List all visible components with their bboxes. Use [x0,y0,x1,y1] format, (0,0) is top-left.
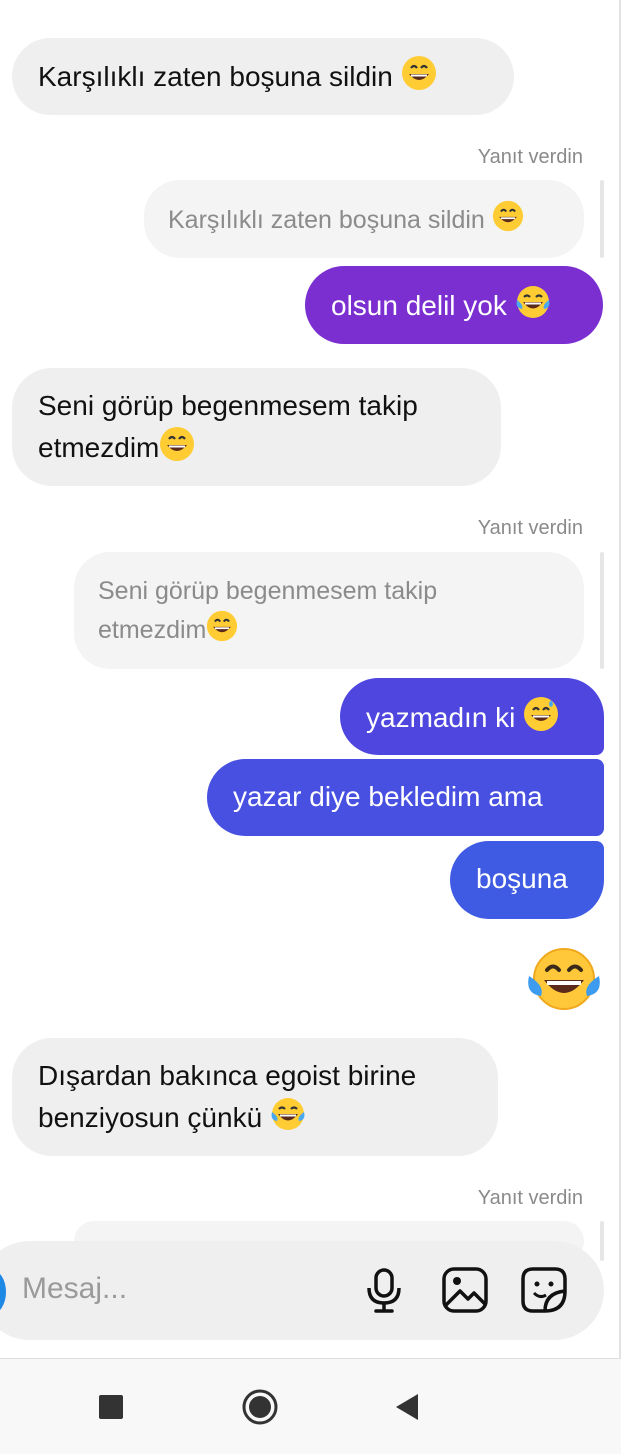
message-input[interactable]: Mesaj... [22,1272,127,1306]
home-icon[interactable] [241,1388,279,1431]
tears-of-joy-emoji-icon [270,1096,306,1143]
reply-meta: Yanıt verdin [477,1187,583,1209]
message-outgoing[interactable]: yazmadın ki [340,678,604,755]
grin-emoji-icon [159,426,195,473]
reply-meta: Yanıt verdin [477,517,583,539]
reply-meta: Yanıt verdin [477,146,583,168]
sweat-smile-emoji-icon [523,696,559,743]
tears-of-joy-emoji-icon [515,284,551,331]
message-outgoing[interactable]: olsun delil yok [305,266,603,344]
back-icon[interactable] [394,1392,420,1427]
quote-indicator-bar [600,180,604,258]
message-text-line: etmezdim [38,431,160,463]
tears-of-joy-emoji-icon[interactable] [527,946,601,1012]
recent-apps-icon[interactable] [99,1395,123,1419]
quoted-text: Karşılıklı zaten boşuna sildin [168,206,485,235]
message-outgoing[interactable]: boşuna [450,841,604,919]
quoted-text-line: Seni görüp begenmesem takip [98,577,438,605]
message-text: yazar diye bekledim ama [233,781,543,812]
message-incoming[interactable]: Karşılıklı zaten boşuna sildin [12,38,514,115]
grin-emoji-icon [492,200,524,243]
message-text: boşuna [476,863,568,894]
sticker-icon[interactable] [519,1265,569,1315]
quoted-message[interactable]: Seni görüp begenmesem takip etmezdim [74,552,584,669]
message-text-line: Dışardan bakınca egoist birine [38,1060,417,1091]
message-incoming[interactable]: Seni görüp begenmesem takip etmezdim [12,368,501,486]
quoted-message[interactable]: Karşılıklı zaten boşuna sildin [144,180,584,258]
message-text-line: Seni görüp begenmesem takip [38,390,418,421]
message-text: Karşılıklı zaten boşuna sildin [38,60,393,92]
image-icon[interactable] [440,1265,490,1315]
message-text: yazmadın ki [366,701,516,733]
quote-indicator-bar [600,1221,604,1261]
quote-indicator-bar [600,552,604,669]
system-navigation-bar [0,1358,621,1454]
grin-emoji-icon [206,610,238,653]
grin-emoji-icon [401,55,437,102]
message-text: olsun delil yok [331,289,507,321]
quoted-text-line: etmezdim [98,616,207,645]
message-outgoing[interactable]: yazar diye bekledim ama [207,759,604,836]
microphone-icon[interactable] [359,1265,409,1315]
message-incoming[interactable]: Dışardan bakınca egoist birine benziyosu… [12,1038,498,1156]
message-text-line: benziyosun çünkü [38,1101,263,1133]
